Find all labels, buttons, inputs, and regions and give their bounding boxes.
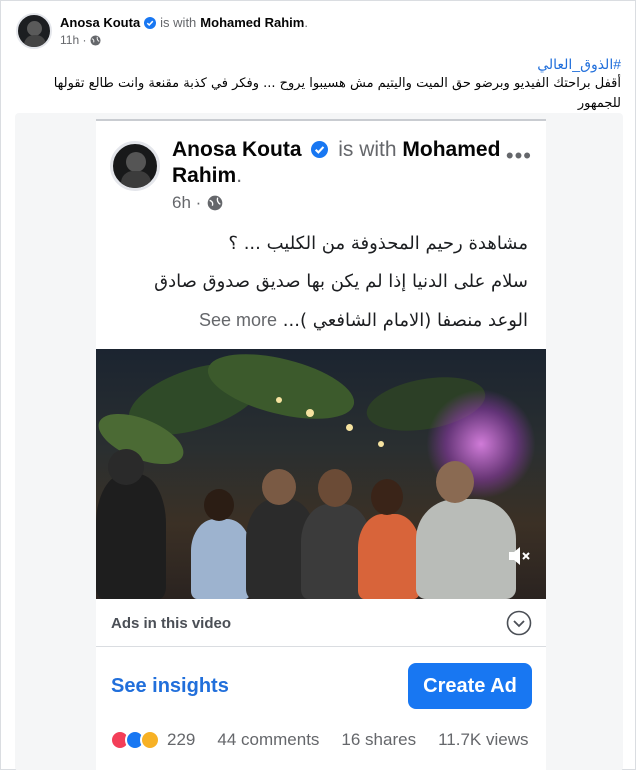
embedded-post-text: مشاهدة رحيم المحذوفة من الكليب ... ؟ سلا… xyxy=(118,225,528,340)
string-light xyxy=(378,441,384,447)
avatar-figure xyxy=(27,21,42,36)
views-count: 11.7K views xyxy=(438,730,529,749)
embedded-line-2: سلام على الدنيا إذا لم يكن بها صديق صدوق… xyxy=(154,271,528,292)
is-with-text: is with xyxy=(160,15,197,30)
person-head xyxy=(318,469,352,507)
embedded-avatar xyxy=(110,141,160,191)
avatar-figure xyxy=(126,152,146,172)
header-dot: . xyxy=(304,15,308,30)
avatar-figure-body xyxy=(24,35,46,47)
ads-label: Ads in this video xyxy=(111,615,232,632)
avatar-figure-body xyxy=(121,171,151,188)
ads-in-video-row: Ads in this video xyxy=(96,599,546,647)
embedded-is-with: is with xyxy=(338,138,397,161)
post-header: Anosa Kouta is with Mohamed Rahim . 11h … xyxy=(16,11,308,51)
person-figure xyxy=(191,519,251,599)
create-ad-button: Create Ad xyxy=(408,663,532,709)
person-head xyxy=(436,461,474,503)
embedded-screenshot: Anosa Kouta is with Mohamed Rahim. 6h · xyxy=(15,113,623,770)
caption-text: أقفل براحتك الفيديو وبرضو حق الميت واليت… xyxy=(53,76,621,111)
see-insights-link: See insights xyxy=(111,675,229,697)
header-line: Anosa Kouta is with Mohamed Rahim . xyxy=(60,15,308,30)
string-light xyxy=(306,409,314,417)
person-head xyxy=(204,489,234,521)
person-head xyxy=(371,479,403,515)
embedded-time: 6h xyxy=(172,193,191,212)
string-light xyxy=(276,397,282,403)
tagged-name[interactable]: Mohamed Rahim xyxy=(200,15,304,30)
verified-badge-icon xyxy=(144,16,157,29)
meta-separator: · xyxy=(79,33,87,47)
embedded-line-3-wrap: الوعد منصفا (الامام الشافعي )... See mor… xyxy=(118,301,528,340)
post-meta: 11h · xyxy=(60,33,308,47)
embedded-name-line: Anosa Kouta is with Mohamed Rahim. xyxy=(172,137,512,189)
author-name[interactable]: Anosa Kouta xyxy=(60,15,140,30)
post-caption: #الذوق_العالي أقفل براحتك الفيديو وبرضو … xyxy=(21,55,621,113)
reaction-icons xyxy=(110,730,160,750)
header-text: Anosa Kouta is with Mohamed Rahim . 11h … xyxy=(60,15,308,47)
see-more-link: See more xyxy=(199,310,278,330)
care-reaction-icon xyxy=(140,730,160,750)
embedded-line-3: الوعد منصفا (الامام الشافعي )... xyxy=(282,310,528,331)
chevron-down-icon xyxy=(506,610,532,636)
person-figure xyxy=(358,514,420,599)
embedded-meta: 6h · xyxy=(172,193,223,213)
video-frame xyxy=(96,349,546,599)
embedded-dot: . xyxy=(236,164,243,187)
globe-icon xyxy=(207,195,223,211)
globe-icon xyxy=(90,34,102,46)
person-head xyxy=(108,449,144,485)
person-head xyxy=(262,469,296,505)
string-light xyxy=(346,424,353,431)
reaction-count: 229 xyxy=(167,730,196,749)
verified-badge-icon xyxy=(311,141,329,158)
embedded-author-name: Anosa Kouta xyxy=(172,138,302,161)
person-figure xyxy=(416,499,516,599)
speaker-muted-icon xyxy=(509,547,530,565)
more-options-icon: ••• xyxy=(505,143,532,168)
embedded-post-card: Anosa Kouta is with Mohamed Rahim. 6h · xyxy=(96,119,546,770)
comments-count: 44 comments xyxy=(217,730,320,749)
engagement-stats: 229 44 comments 16 shares 11.7K views xyxy=(110,726,534,754)
shares-count: 16 shares xyxy=(341,730,417,749)
author-avatar[interactable] xyxy=(16,13,52,49)
meta-separator: · xyxy=(190,193,202,212)
post-card: Anosa Kouta is with Mohamed Rahim . 11h … xyxy=(0,0,636,770)
embedded-line-1: مشاهدة رحيم المحذوفة من الكليب ... ؟ xyxy=(228,233,528,254)
post-time[interactable]: 11h xyxy=(60,33,79,47)
hashtag-link[interactable]: #الذوق_العالي xyxy=(21,55,621,73)
person-figure xyxy=(96,474,166,599)
